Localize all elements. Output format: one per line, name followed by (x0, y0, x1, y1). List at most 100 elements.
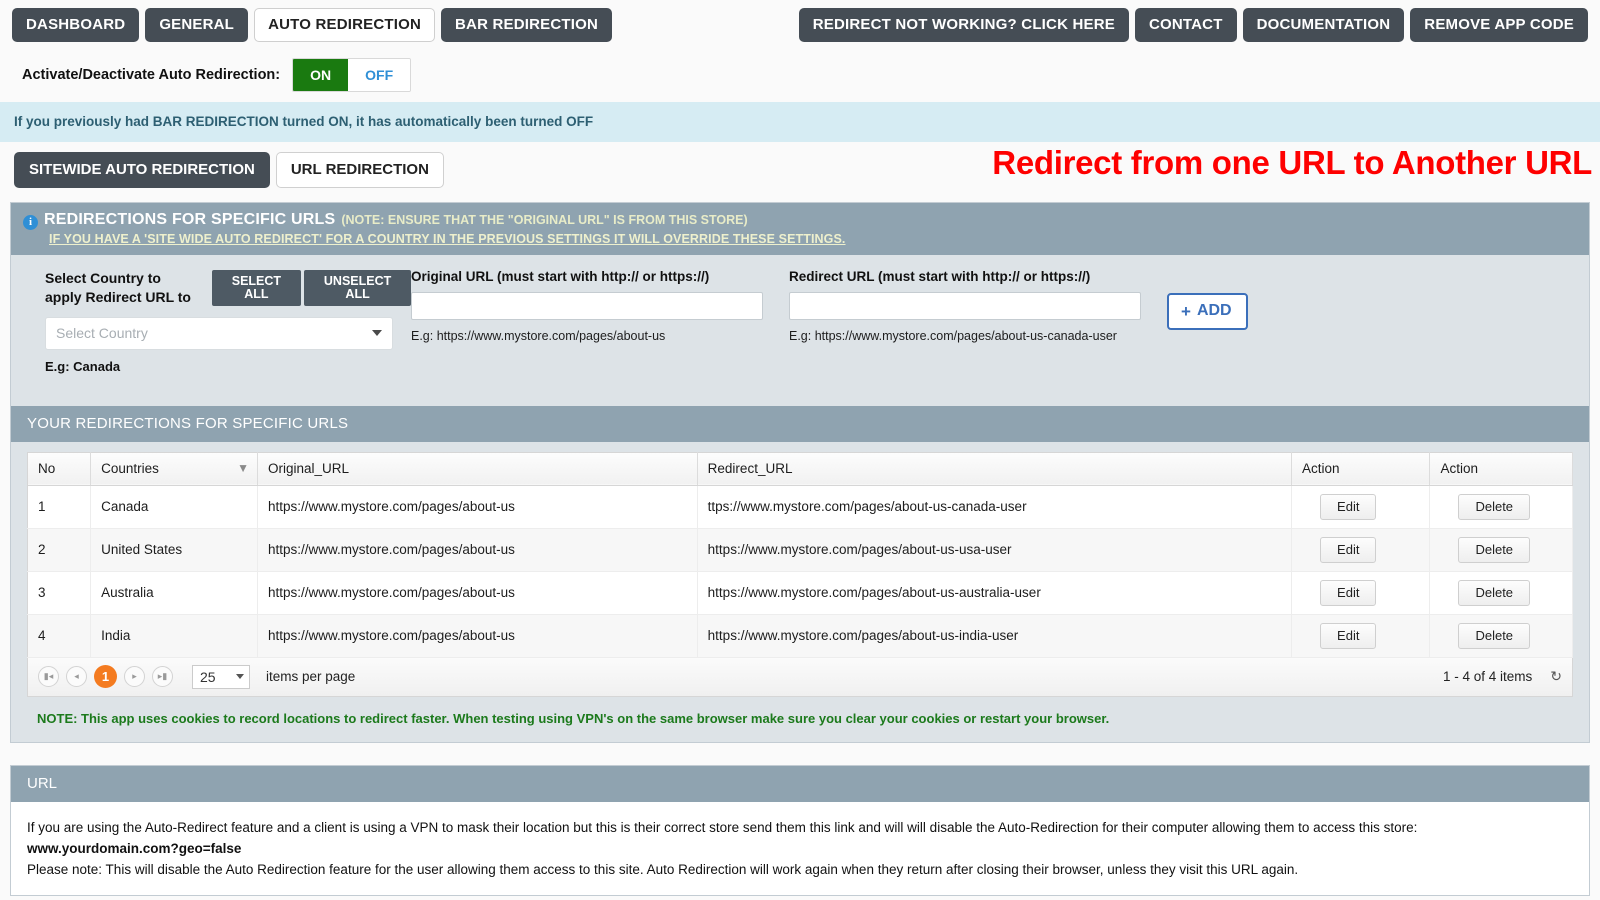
select-all-button[interactable]: SELECT ALL (212, 270, 302, 306)
edit-button[interactable]: Edit (1320, 580, 1376, 606)
bar-redirection-info-strip: If you previously had BAR REDIRECTION tu… (0, 102, 1600, 142)
items-per-page-label: items per page (266, 669, 355, 684)
panel-note: (NOTE: ENSURE THAT THE "ORIGINAL URL" IS… (341, 213, 747, 227)
cookie-note: NOTE: This app uses cookies to record lo… (11, 697, 1589, 742)
country-select[interactable]: Select Country (45, 317, 393, 350)
remove-app-code-button[interactable]: REMOVE APP CODE (1410, 8, 1588, 42)
url-panel-title: URL (11, 766, 1589, 802)
cell-country: Canada (91, 485, 258, 528)
redirect-not-working-button[interactable]: REDIRECT NOT WORKING? CLICK HERE (799, 8, 1129, 42)
specific-urls-panel: i REDIRECTIONS FOR SPECIFIC URLS (NOTE: … (10, 202, 1590, 743)
first-page-icon[interactable]: ▮◂ (38, 666, 59, 687)
url-panel-line2: Please note: This will disable the Auto … (27, 860, 1573, 881)
table-row: 4 India https://www.mystore.com/pages/ab… (28, 614, 1573, 657)
cell-country: United States (91, 528, 258, 571)
col-countries[interactable]: Countries ▼​ (91, 452, 258, 485)
edit-button[interactable]: Edit (1320, 494, 1376, 520)
chevron-down-icon (372, 330, 382, 336)
cell-no: 3 (28, 571, 91, 614)
primary-tabs: DASHBOARD GENERAL AUTO REDIRECTION BAR R… (12, 8, 612, 42)
delete-button[interactable]: Delete (1458, 580, 1530, 606)
cell-edit: Edit (1292, 485, 1430, 528)
col-countries-label: Countries (101, 461, 159, 476)
col-no[interactable]: No (28, 452, 91, 485)
toggle-on-option[interactable]: ON (293, 59, 348, 91)
url-panel-line1: If you are using the Auto-Redirect featu… (27, 818, 1573, 839)
grid-wrapper: No Countries ▼​ Original_URL Redirect_UR… (11, 442, 1589, 697)
unselect-all-button[interactable]: UNSELECT ALL (304, 270, 411, 306)
tab-bar-redirection[interactable]: BAR REDIRECTION (441, 8, 612, 42)
cell-edit: Edit (1292, 528, 1430, 571)
country-field-label: Select Country to apply Redirect URL to (45, 269, 200, 307)
filter-icon[interactable]: ▼​ (237, 461, 249, 475)
table-header-row: No Countries ▼​ Original_URL Redirect_UR… (28, 452, 1573, 485)
previous-page-icon[interactable]: ◂ (66, 666, 87, 687)
cell-no: 2 (28, 528, 91, 571)
col-redirect-url[interactable]: Redirect_URL (697, 452, 1291, 485)
redirect-url-column: Redirect URL (must start with http:// or… (789, 269, 1167, 343)
auto-redirection-toggle[interactable]: ON OFF (292, 58, 411, 92)
refresh-icon[interactable]: ↻ (1550, 668, 1562, 685)
page-1-button[interactable]: 1 (94, 665, 117, 688)
cell-redirect-url: https://www.mystore.com/pages/about-us-a… (697, 571, 1291, 614)
next-page-icon[interactable]: ▸ (124, 666, 145, 687)
add-button[interactable]: + ADD (1167, 293, 1248, 330)
redirect-url-label: Redirect URL (must start with http:// or… (789, 269, 1167, 284)
col-original-url[interactable]: Original_URL (258, 452, 698, 485)
cell-redirect-url: https://www.mystore.com/pages/about-us-i… (697, 614, 1291, 657)
tab-auto-redirection[interactable]: AUTO REDIRECTION (254, 8, 435, 42)
delete-button[interactable]: Delete (1458, 494, 1530, 520)
cell-delete: Delete (1430, 571, 1573, 614)
table-row: 3 Australia https://www.mystore.com/page… (28, 571, 1573, 614)
url-panel-body: If you are using the Auto-Redirect featu… (11, 802, 1589, 895)
cell-no: 1 (28, 485, 91, 528)
original-url-label: Original URL (must start with http:// or… (411, 269, 789, 284)
cell-original-url: https://www.mystore.com/pages/about-us (258, 528, 698, 571)
country-select-placeholder: Select Country (56, 325, 148, 341)
redirect-url-input[interactable] (789, 292, 1141, 320)
tab-sitewide-auto-redirection[interactable]: SITEWIDE AUTO REDIRECTION (14, 152, 270, 188)
pagination-bar: ▮◂ ◂ 1 ▸ ▸▮ 25 items per page 1 - 4 of 4… (27, 658, 1573, 697)
activate-auto-redirection-row: Activate/Deactivate Auto Redirection: ON… (0, 48, 1600, 102)
plus-icon: + (1181, 303, 1191, 320)
tab-dashboard[interactable]: DASHBOARD (12, 8, 139, 42)
edit-button[interactable]: Edit (1320, 537, 1376, 563)
tab-general[interactable]: GENERAL (145, 8, 248, 42)
page-size-select[interactable]: 25 (192, 665, 250, 689)
activate-label: Activate/Deactivate Auto Redirection: (22, 67, 280, 83)
page-size-value: 25 (200, 669, 216, 685)
edit-button[interactable]: Edit (1320, 623, 1376, 649)
tab-url-redirection[interactable]: URL REDIRECTION (276, 152, 444, 188)
delete-button[interactable]: Delete (1458, 623, 1530, 649)
sub-tab-row: SITEWIDE AUTO REDIRECTION URL REDIRECTIO… (0, 142, 1600, 196)
add-column: + ADD (1167, 269, 1248, 330)
panel-title: REDIRECTIONS FOR SPECIFIC URLS (44, 211, 335, 229)
cell-original-url: https://www.mystore.com/pages/about-us (258, 614, 698, 657)
url-info-panel: URL If you are using the Auto-Redirect f… (10, 765, 1590, 896)
documentation-button[interactable]: DOCUMENTATION (1243, 8, 1405, 42)
cell-delete: Delete (1430, 485, 1573, 528)
col-action-delete[interactable]: Action (1430, 452, 1573, 485)
app-page: DASHBOARD GENERAL AUTO REDIRECTION BAR R… (0, 0, 1600, 900)
country-example-text: E.g: Canada (45, 359, 411, 374)
delete-button[interactable]: Delete (1458, 537, 1530, 563)
cell-no: 4 (28, 614, 91, 657)
grid-title: YOUR REDIRECTIONS FOR SPECIFIC URLS (11, 406, 1589, 442)
page-banner-heading: Redirect from one URL to Another URL (992, 144, 1592, 182)
cell-delete: Delete (1430, 614, 1573, 657)
contact-button[interactable]: CONTACT (1135, 8, 1237, 42)
add-button-label: ADD (1197, 302, 1232, 320)
cell-original-url: https://www.mystore.com/pages/about-us (258, 485, 698, 528)
cell-edit: Edit (1292, 571, 1430, 614)
col-action-edit[interactable]: Action (1292, 452, 1430, 485)
original-url-input[interactable] (411, 292, 763, 320)
last-page-icon[interactable]: ▸▮ (152, 666, 173, 687)
panel-override-warning: IF YOU HAVE A 'SITE WIDE AUTO REDIRECT' … (49, 232, 1579, 246)
original-url-example: E.g: https://www.mystore.com/pages/about… (411, 329, 789, 343)
cell-original-url: https://www.mystore.com/pages/about-us (258, 571, 698, 614)
item-range-label: 1 - 4 of 4 items (1443, 669, 1532, 684)
cell-country: India (91, 614, 258, 657)
geo-false-link: www.yourdomain.com?geo=false (27, 839, 1573, 860)
toggle-off-option[interactable]: OFF (348, 59, 410, 91)
redirections-table: No Countries ▼​ Original_URL Redirect_UR… (27, 452, 1573, 658)
